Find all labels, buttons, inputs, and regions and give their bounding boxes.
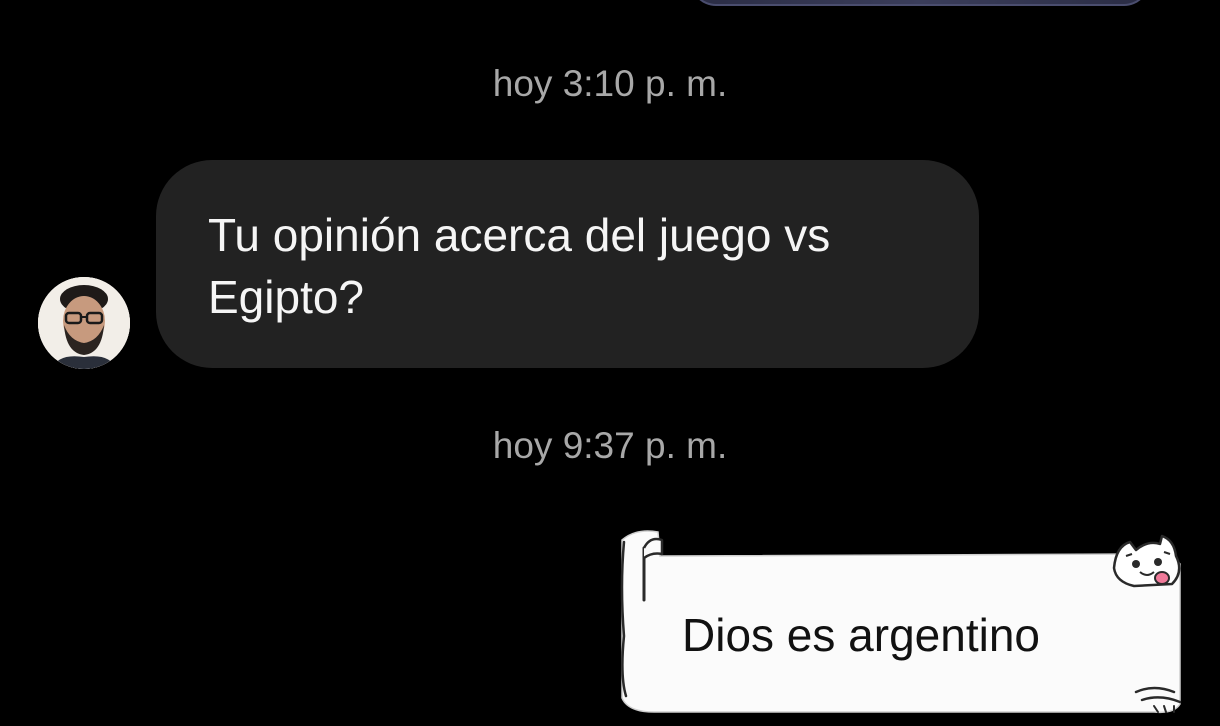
outgoing-message-text: Dios es argentino (682, 609, 1040, 661)
previous-media-message[interactable] (690, 0, 1150, 6)
message-timestamp: hoy 9:37 p. m. (492, 425, 728, 466)
message-timestamp: hoy 3:10 p. m. (492, 63, 728, 104)
sender-avatar[interactable] (38, 277, 130, 369)
incoming-message-text: Tu opinión acerca del juego vs Egipto? (208, 209, 831, 323)
cat-sticker-icon (1112, 534, 1181, 588)
outgoing-message-bubble[interactable]: Dios es argentino (614, 526, 1186, 716)
incoming-message-bubble[interactable]: Tu opinión acerca del juego vs Egipto? (156, 160, 979, 368)
chat-thread: hoy 3:10 p. m. Tu opinión acerca del jue… (0, 0, 1220, 726)
